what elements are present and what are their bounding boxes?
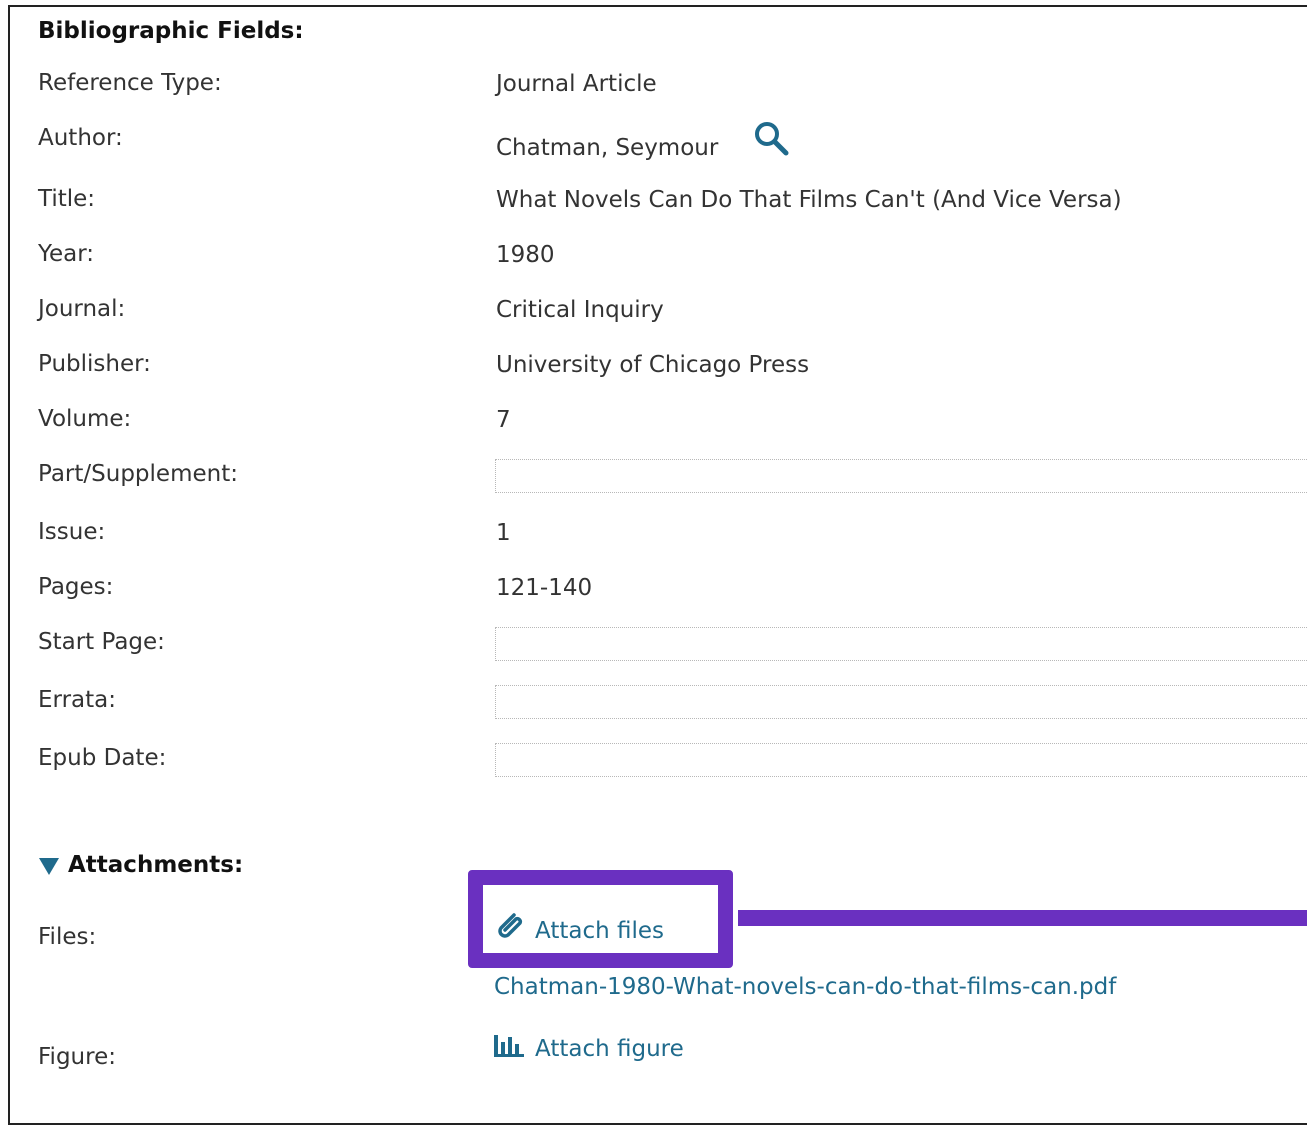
start-page-field[interactable] [495,627,1307,661]
issue-label: Issue: [38,519,106,545]
issue-value: 1 [496,520,511,546]
highlight-connector-line [738,910,1307,926]
journal-value: Critical Inquiry [496,297,664,323]
journal-label: Journal: [38,296,126,322]
highlight-box [468,870,733,968]
errata-label: Errata: [38,687,116,713]
errata-field[interactable] [495,685,1307,719]
epub-date-label: Epub Date: [38,745,167,771]
figure-label: Figure: [38,1044,116,1070]
part-supplement-field[interactable] [495,459,1307,493]
files-label: Files: [38,924,97,950]
triangle-down-icon[interactable] [39,858,59,875]
year-label: Year: [38,241,95,267]
epub-date-field[interactable] [495,743,1307,777]
attachments-heading[interactable]: Attachments: [68,852,243,878]
pages-value: 121-140 [496,575,593,601]
reference-type-value: Journal Article [496,71,657,97]
year-value: 1980 [496,242,555,268]
author-label: Author: [38,125,123,151]
title-label: Title: [38,186,96,212]
part-supplement-label: Part/Supplement: [38,461,238,487]
reference-type-label: Reference Type: [38,70,222,96]
volume-value: 7 [496,407,511,433]
bibliographic-fields-heading: Bibliographic Fields: [38,18,304,44]
title-value: What Novels Can Do That Films Can't (And… [496,187,1122,213]
attach-figure-link[interactable]: Attach figure [535,1036,684,1062]
bar-chart-icon[interactable] [493,1033,525,1059]
volume-label: Volume: [38,406,132,432]
pages-label: Pages: [38,574,114,600]
author-value: Chatman, Seymour [496,135,719,161]
search-icon[interactable] [753,120,791,158]
publisher-value: University of Chicago Press [496,352,810,378]
start-page-label: Start Page: [38,629,165,655]
attached-file-link[interactable]: Chatman-1980-What-novels-can-do-that-fil… [494,974,1116,1000]
publisher-label: Publisher: [38,351,151,377]
